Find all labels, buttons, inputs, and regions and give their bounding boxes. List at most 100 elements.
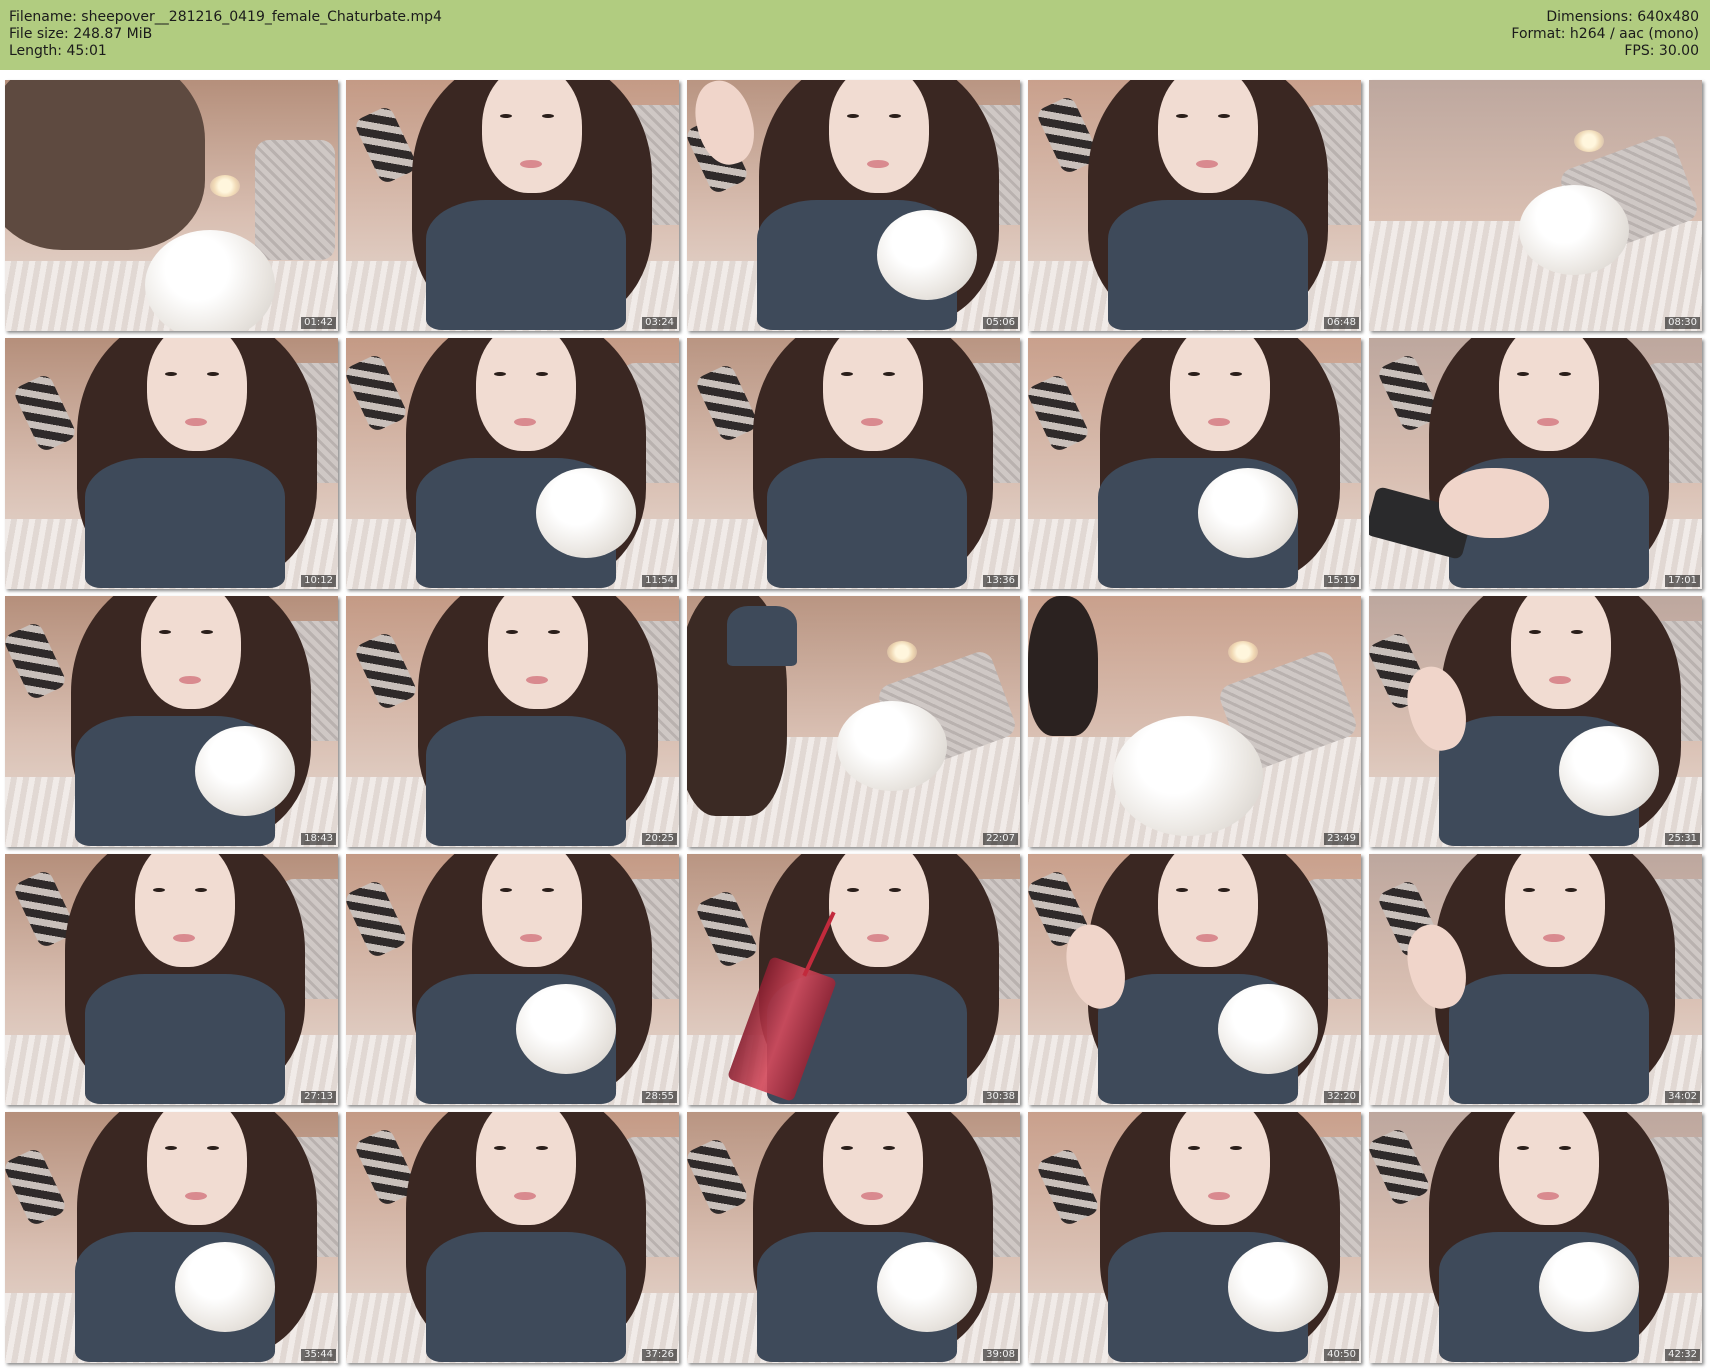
frame-shape [147, 1112, 247, 1225]
length-text: Length: 45:01 [9, 43, 107, 59]
timestamp-label: 05:06 [983, 317, 1018, 329]
timestamp-label: 42:32 [1665, 1349, 1700, 1361]
frame-shape [1369, 1126, 1432, 1208]
frame-shape [185, 1192, 207, 1200]
video-thumbnail: 06:48 [1028, 80, 1361, 331]
timestamp-label: 08:30 [1665, 317, 1700, 329]
frame-shape [175, 1242, 275, 1332]
frame-shape [1559, 372, 1571, 376]
video-thumbnail: 08:30 [1369, 80, 1702, 331]
frame-shape [1218, 114, 1230, 118]
frame-shape [482, 854, 582, 967]
video-thumbnail: 27:13 [5, 854, 338, 1105]
frame-shape [476, 1112, 576, 1225]
frame-shape [1035, 1146, 1101, 1228]
frame-shape [1228, 1242, 1328, 1332]
timestamp-label: 22:07 [983, 833, 1018, 845]
fps-text: FPS: 30.00 [1624, 43, 1699, 59]
timestamp-label: 03:24 [642, 317, 677, 329]
frame-shape [210, 175, 240, 197]
frame-image [346, 338, 679, 589]
video-thumbnail: 11:54 [346, 338, 679, 589]
frame-shape [135, 854, 235, 967]
video-thumbnail: 15:19 [1028, 338, 1361, 589]
frame-shape [255, 140, 335, 260]
frame-image [1369, 80, 1702, 331]
frame-image [687, 596, 1020, 847]
frame-shape [1565, 888, 1577, 892]
file-size-text: File size: 248.87 MiB [9, 26, 153, 42]
frame-shape [1176, 888, 1188, 892]
frame-shape [829, 80, 929, 193]
frame-shape [1218, 984, 1318, 1074]
frame-shape [494, 372, 506, 376]
timestamp-label: 30:38 [983, 1091, 1018, 1103]
frame-shape [1549, 676, 1571, 684]
frame-shape [1196, 160, 1218, 168]
frame-shape [687, 1136, 750, 1218]
timestamp-label: 13:36 [983, 575, 1018, 587]
frame-shape [346, 878, 409, 960]
timestamp-label: 15:19 [1324, 575, 1359, 587]
frame-shape [12, 372, 78, 454]
timestamp-label: 39:08 [983, 1349, 1018, 1361]
frame-shape [1449, 974, 1649, 1104]
video-thumbnail: 42:32 [1369, 1112, 1702, 1363]
frame-shape [1218, 888, 1230, 892]
frame-shape [500, 888, 512, 892]
frame-shape [767, 458, 967, 588]
frame-shape [1196, 934, 1218, 942]
frame-shape [476, 338, 576, 451]
frame-shape [514, 1192, 536, 1200]
frame-shape [1228, 641, 1258, 663]
timestamp-label: 35:44 [301, 1349, 336, 1361]
frame-shape [1529, 630, 1541, 634]
frame-shape [165, 1146, 177, 1150]
frame-shape [861, 1192, 883, 1200]
frame-shape [426, 200, 626, 330]
frame-image [346, 80, 679, 331]
timestamp-label: 11:54 [642, 575, 677, 587]
frame-image [346, 596, 679, 847]
frame-image [1369, 338, 1702, 589]
video-thumbnail: 35:44 [5, 1112, 338, 1363]
timestamp-label: 32:20 [1324, 1091, 1359, 1103]
timestamp-label: 18:43 [301, 833, 336, 845]
frame-shape [141, 596, 241, 709]
frame-shape [861, 418, 883, 426]
frame-shape [823, 338, 923, 451]
video-thumbnail: 37:26 [346, 1112, 679, 1363]
video-thumbnail: 34:02 [1369, 854, 1702, 1105]
frame-shape [1439, 468, 1549, 538]
frame-shape [1517, 1146, 1529, 1150]
frame-image [5, 596, 338, 847]
frame-shape [482, 80, 582, 193]
filename-text: Filename: sheepover__281216_0419_female_… [9, 9, 442, 25]
frame-shape [488, 596, 588, 709]
media-info: Dimensions: 640x480 Format: h264 / aac (… [1511, 9, 1699, 60]
frame-shape [201, 630, 213, 634]
frame-shape [867, 934, 889, 942]
frame-shape [1230, 1146, 1242, 1150]
frame-shape [207, 372, 219, 376]
frame-shape [153, 888, 165, 892]
timestamp-label: 28:55 [642, 1091, 677, 1103]
video-thumbnail: 39:08 [687, 1112, 1020, 1363]
frame-shape [1499, 338, 1599, 451]
frame-shape [867, 160, 889, 168]
frame-image [346, 854, 679, 1105]
frame-image [1028, 854, 1361, 1105]
thumbnail-grid: 01:42 03:24 05:06 06:48 08:30 10:12 11:54 13:36… [5, 80, 1702, 1363]
frame-shape [520, 934, 542, 942]
timestamp-label: 40:50 [1324, 1349, 1359, 1361]
frame-image [1028, 80, 1361, 331]
frame-shape [147, 338, 247, 451]
frame-shape [837, 701, 947, 791]
frame-shape [889, 888, 901, 892]
frame-shape [1517, 372, 1529, 376]
frame-shape [353, 104, 419, 186]
frame-shape [1198, 468, 1298, 558]
frame-shape [847, 114, 859, 118]
frame-shape [694, 888, 760, 970]
frame-shape [1559, 1146, 1571, 1150]
